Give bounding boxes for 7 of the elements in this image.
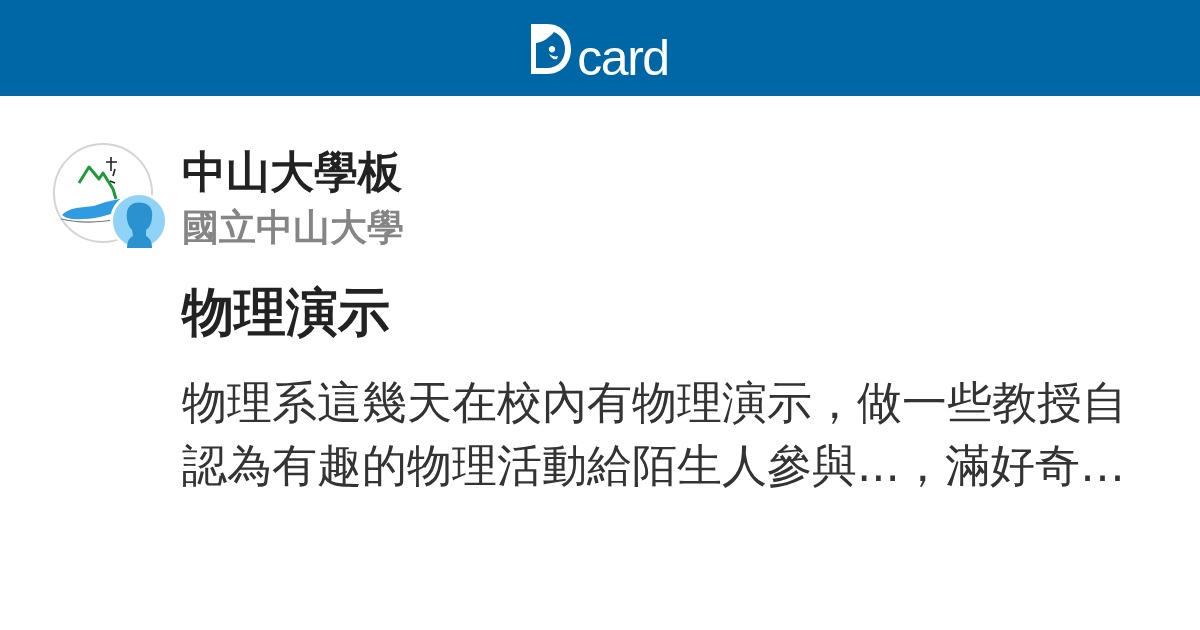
face-logo-icon: [531, 24, 572, 74]
avatar-silhouette-icon: [110, 192, 168, 250]
board-name: 中山大學板: [182, 145, 403, 199]
school-name: 國立中山大學: [182, 205, 404, 251]
logo-text: card: [577, 33, 669, 83]
post-excerpt: 物理系這幾天在校內有物理演示，做一些教授自認為有趣的物理活動給陌生人參與...，滿好奇…: [182, 375, 1128, 494]
post-title: 物理演示: [182, 281, 391, 344]
